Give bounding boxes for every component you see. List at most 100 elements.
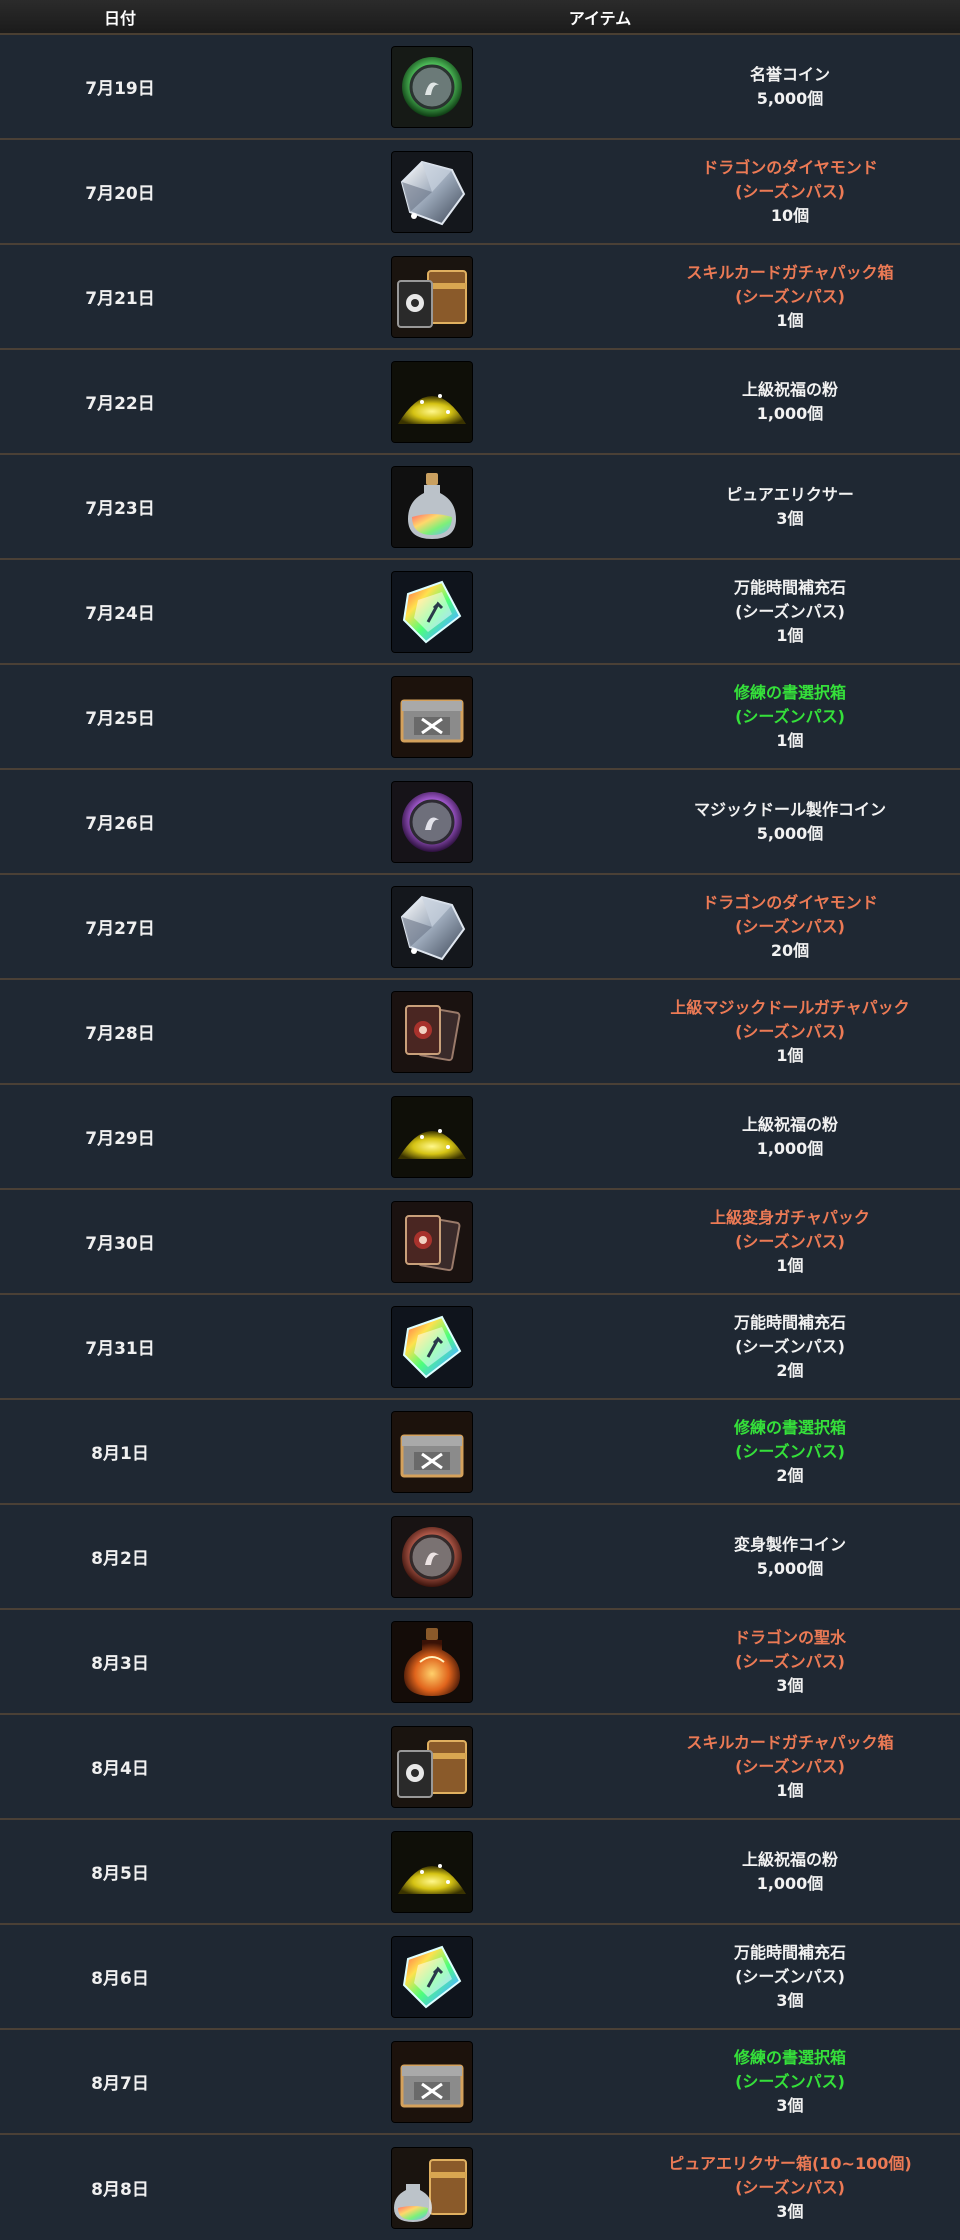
chest-icon (392, 1411, 472, 1492)
gold-powder-icon (392, 1096, 472, 1177)
item-quantity: 1個 (776, 1255, 804, 1275)
item-name: 変身製作コイン (733, 1534, 846, 1554)
item-quantity: 1個 (776, 310, 804, 330)
item-icon-cell (240, 361, 620, 442)
item-icon-cell (240, 676, 620, 757)
item-quantity: 5,000個 (756, 88, 824, 108)
table-row: 7月29日 上級祝福の粉 1,000個 (0, 1085, 960, 1190)
item-name: 修練の書選択箱 (733, 2047, 846, 2067)
item-description: 名誉コイン 5,000個 (620, 63, 960, 111)
item-name: ドラゴンのダイヤモンド (702, 157, 878, 177)
item-description: 修練の書選択箱 (シーズンパス) 1個 (620, 681, 960, 753)
item-icon-cell (240, 46, 620, 127)
item-icon-cell (240, 2147, 620, 2228)
reward-date: 7月25日 (85, 709, 155, 729)
item-quantity: 1個 (776, 730, 804, 750)
table-row: 7月28日 上級マジックドールガチャパック (シーズンパス) 1個 (0, 980, 960, 1085)
table-row: 7月31日 万能時間補充石 (シーズンパス) 2個 (0, 1295, 960, 1400)
item-name: スキルカードガチャパック箱 (686, 262, 894, 282)
item-icon-cell (240, 571, 620, 652)
item-season-pass-note: (シーズンパス) (735, 1441, 845, 1461)
item-name: 万能時間補充石 (733, 1942, 846, 1962)
table-row: 7月22日 上級祝福の粉 1,000個 (0, 350, 960, 455)
item-name: 万能時間補充石 (733, 1312, 846, 1332)
elixir-icon (392, 466, 472, 547)
table-row: 8月5日 上級祝福の粉 1,000個 (0, 1820, 960, 1925)
item-icon-cell (240, 1411, 620, 1492)
skill-card-box-icon (392, 1726, 472, 1807)
table-row: 8月2日 変身製作コイン 5,000個 (0, 1505, 960, 1610)
reward-date: 8月4日 (91, 1759, 149, 1779)
item-description: ドラゴンのダイヤモンド (シーズンパス) 20個 (620, 891, 960, 963)
item-icon-cell (240, 1621, 620, 1702)
green-coin-icon (392, 46, 472, 127)
table-row: 7月26日 マジックドール製作コイン 5,000個 (0, 770, 960, 875)
diamond-icon (392, 886, 472, 967)
item-description: 万能時間補充石 (シーズンパス) 1個 (620, 576, 960, 648)
skill-card-box-icon (392, 256, 472, 337)
diamond-icon (392, 151, 472, 232)
item-icon-cell (240, 1831, 620, 1912)
holy-water-icon (392, 1621, 472, 1702)
item-description: ドラゴンのダイヤモンド (シーズンパス) 10個 (620, 156, 960, 228)
item-icon-cell (240, 151, 620, 232)
item-quantity: 2個 (776, 1465, 804, 1485)
table-row: 7月20日 ドラゴンのダイヤモンド (シーズンパス) 10個 (0, 140, 960, 245)
table-row: 8月4日 スキルカードガチャパック箱 (シーズンパス) 1個 (0, 1715, 960, 1820)
item-description: 上級祝福の粉 1,000個 (620, 1848, 960, 1896)
table-row: 8月8日 ピュアエリクサー箱(10~100個) (シーズンパス) 3個 (0, 2135, 960, 2240)
item-icon-cell (240, 886, 620, 967)
item-season-pass-note: (シーズンパス) (735, 1021, 845, 1041)
reward-date: 8月8日 (91, 2180, 149, 2200)
item-quantity: 3個 (776, 2095, 804, 2115)
gold-powder-icon (392, 1831, 472, 1912)
reward-date: 7月21日 (85, 289, 155, 309)
item-quantity: 20個 (770, 940, 810, 960)
item-quantity: 3個 (776, 2201, 804, 2221)
item-description: スキルカードガチャパック箱 (シーズンパス) 1個 (620, 261, 960, 333)
item-quantity: 3個 (776, 508, 804, 528)
item-icon-cell (240, 1516, 620, 1597)
item-quantity: 3個 (776, 1990, 804, 2010)
item-name: 上級祝福の粉 (741, 1849, 838, 1869)
reward-date: 8月5日 (91, 1864, 149, 1884)
table-header: 日付 アイテム (0, 0, 960, 35)
item-description: 万能時間補充石 (シーズンパス) 3個 (620, 1941, 960, 2013)
item-icon-cell (240, 1306, 620, 1387)
item-season-pass-note: (シーズンパス) (735, 181, 845, 201)
table-row: 7月25日 修練の書選択箱 (シーズンパス) 1個 (0, 665, 960, 770)
item-season-pass-note: (シーズンパス) (735, 286, 845, 306)
item-name: 上級祝福の粉 (741, 379, 838, 399)
item-description: ピュアエリクサー箱(10~100個) (シーズンパス) 3個 (620, 2152, 960, 2224)
reward-date: 8月3日 (91, 1654, 149, 1674)
item-quantity: 10個 (770, 205, 810, 225)
item-name: ドラゴンのダイヤモンド (702, 892, 878, 912)
reward-date: 7月27日 (85, 919, 155, 939)
item-description: マジックドール製作コイン 5,000個 (620, 798, 960, 846)
item-quantity: 1,000個 (756, 403, 824, 423)
reward-date: 7月24日 (85, 604, 155, 624)
item-description: ドラゴンの聖水 (シーズンパス) 3個 (620, 1626, 960, 1698)
item-description: スキルカードガチャパック箱 (シーズンパス) 1個 (620, 1731, 960, 1803)
reward-date: 7月29日 (85, 1129, 155, 1149)
reward-date: 7月30日 (85, 1234, 155, 1254)
item-season-pass-note: (シーズンパス) (735, 916, 845, 936)
item-icon-cell (240, 1201, 620, 1282)
item-name: 万能時間補充石 (733, 577, 846, 597)
item-description: ピュアエリクサー 3個 (620, 483, 960, 531)
table-row: 7月19日 名誉コイン 5,000個 (0, 35, 960, 140)
item-name: 上級祝福の粉 (741, 1114, 838, 1134)
item-quantity: 2個 (776, 1360, 804, 1380)
chest-icon (392, 2041, 472, 2122)
item-season-pass-note: (シーズンパス) (735, 1231, 845, 1251)
table-row: 7月27日 ドラゴンのダイヤモンド (シーズンパス) 20個 (0, 875, 960, 980)
table-row: 7月24日 万能時間補充石 (シーズンパス) 1個 (0, 560, 960, 665)
item-name: スキルカードガチャパック箱 (686, 1732, 894, 1752)
item-icon-cell (240, 256, 620, 337)
date-column-header: 日付 (103, 8, 136, 28)
item-name: 修練の書選択箱 (733, 682, 846, 702)
item-description: 修練の書選択箱 (シーズンパス) 3個 (620, 2046, 960, 2118)
item-description: 修練の書選択箱 (シーズンパス) 2個 (620, 1416, 960, 1488)
table-row: 7月21日 スキルカードガチャパック箱 (シーズンパス) 1個 (0, 245, 960, 350)
table-row: 8月1日 修練の書選択箱 (シーズンパス) 2個 (0, 1400, 960, 1505)
